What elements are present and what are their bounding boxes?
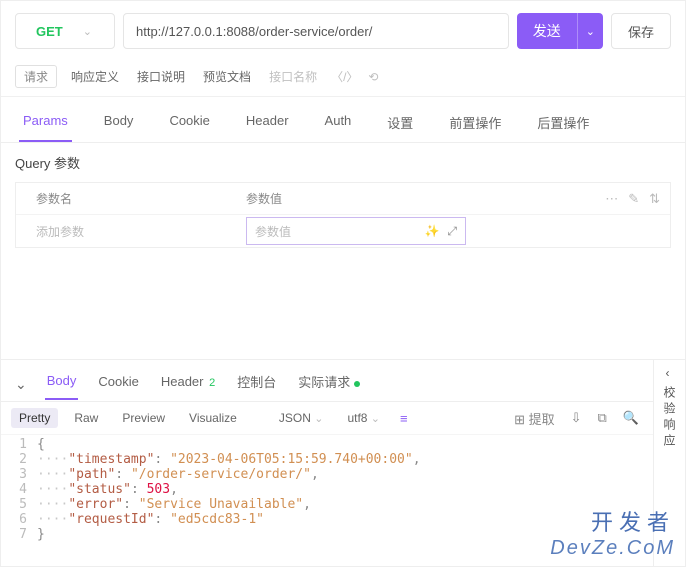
subtab-pre[interactable]: 前置操作 (445, 107, 505, 142)
add-param-input[interactable]: 添加参数 (16, 223, 236, 240)
copy-icon[interactable]: ⧉ (594, 410, 611, 426)
extract-button[interactable]: ⊞ 提取 (510, 409, 559, 428)
resp-tab-header[interactable]: Header 2 (159, 370, 217, 399)
chevron-down-icon: ⌄ (586, 25, 595, 38)
subtab-params[interactable]: Params (19, 107, 72, 142)
validate-label: 校验响应 (661, 386, 678, 450)
refresh-icon[interactable]: ⟲ (368, 70, 378, 84)
response-body-code[interactable]: 1{2····"timestamp": "2023-04-06T05:15:59… (1, 435, 653, 544)
send-dropdown[interactable]: ⌄ (577, 13, 603, 49)
format-select[interactable]: JSON ⌄ (271, 408, 332, 428)
subtab-body[interactable]: Body (100, 107, 138, 142)
reorder-icon[interactable]: ⇅ (649, 191, 660, 207)
method-select[interactable]: GET ⌄ (15, 13, 115, 49)
subtab-cookie[interactable]: Cookie (165, 107, 213, 142)
download-icon[interactable]: ⇩ (567, 410, 586, 426)
method-label: GET (36, 24, 63, 39)
query-table: 参数名 参数值 ⋯ ✎ ⇅ 添加参数 参数值 ✨ ⤢ (15, 182, 671, 248)
validate-sidebar[interactable]: ‹ 校验响应 (653, 360, 685, 566)
code-icon: 〈/〉 (331, 68, 358, 85)
magic-icon[interactable]: ✨ (424, 224, 439, 239)
query-col-value: 参数值 (236, 190, 605, 207)
send-button-label: 发送 (517, 21, 577, 41)
resp-tab-body[interactable]: Body (45, 369, 79, 400)
header-count-badge: 2 (209, 377, 215, 389)
encoding-label: utf8 (347, 411, 367, 425)
param-value-input[interactable]: 参数值 ✨ ⤢ (246, 217, 466, 245)
chevron-left-icon: ‹ (666, 366, 674, 380)
search-icon[interactable]: 🔍 (619, 410, 643, 426)
chevron-down-icon: ⌄ (314, 413, 323, 425)
encoding-select[interactable]: utf8 ⌄ (339, 408, 388, 428)
url-input[interactable]: http://127.0.0.1:8088/order-service/orde… (123, 13, 509, 49)
save-button[interactable]: 保存 (611, 13, 671, 49)
status-dot-icon (354, 381, 360, 387)
query-section-title: Query 参数 (1, 143, 685, 182)
extract-label: 提取 (529, 412, 555, 427)
tab-request[interactable]: 请求 (15, 65, 57, 88)
send-button[interactable]: 发送 ⌄ (517, 13, 603, 49)
resp-tab-console[interactable]: 控制台 (235, 368, 278, 401)
query-col-name: 参数名 (16, 190, 236, 207)
more-icon[interactable]: ⋯ (605, 191, 618, 207)
view-visualize[interactable]: Visualize (181, 408, 245, 428)
tab-response-def[interactable]: 响应定义 (67, 66, 123, 87)
resp-tab-actual-label: 实际请求 (298, 375, 350, 390)
wrap-icon[interactable]: ≡ (396, 411, 412, 426)
resp-tab-actual[interactable]: 实际请求 (296, 368, 362, 401)
resp-tab-cookie[interactable]: Cookie (96, 370, 140, 399)
subtab-settings[interactable]: 设置 (383, 107, 417, 142)
subtab-header[interactable]: Header (242, 107, 293, 142)
chevron-down-icon: ⌄ (83, 25, 92, 38)
param-value-placeholder: 参数值 (255, 223, 291, 240)
api-name-placeholder[interactable]: 接口名称 (265, 66, 321, 87)
view-raw[interactable]: Raw (66, 408, 106, 428)
subtab-auth[interactable]: Auth (321, 107, 356, 142)
bulk-edit-icon[interactable]: ✎ (628, 191, 639, 207)
resp-tab-header-label: Header (161, 374, 204, 389)
expand-icon[interactable]: ⤢ (447, 224, 457, 239)
subtab-post[interactable]: 后置操作 (533, 107, 593, 142)
tab-api-desc[interactable]: 接口说明 (133, 66, 189, 87)
view-pretty[interactable]: Pretty (11, 408, 58, 428)
chevron-down-icon: ⌄ (371, 413, 380, 425)
format-label: JSON (279, 411, 311, 425)
view-preview[interactable]: Preview (114, 408, 173, 428)
tab-preview-doc[interactable]: 预览文档 (199, 66, 255, 87)
collapse-icon[interactable]: ⌄ (15, 376, 27, 393)
